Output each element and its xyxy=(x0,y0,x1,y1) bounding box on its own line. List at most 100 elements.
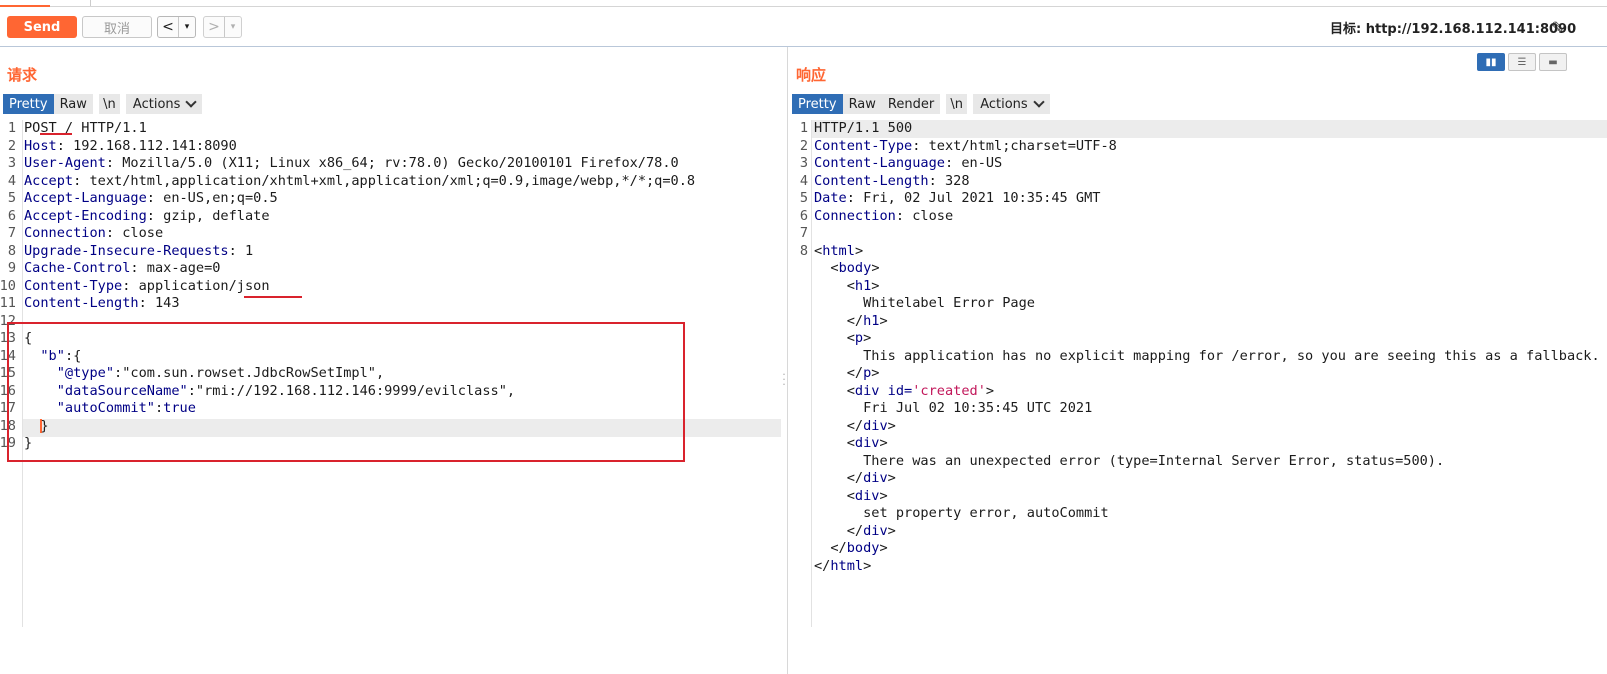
line-text: </div> xyxy=(814,470,896,488)
actions-dropdown[interactable]: Actions xyxy=(973,94,1050,114)
tab-raw[interactable]: Raw xyxy=(842,94,882,114)
line-number: 2 xyxy=(799,137,808,154)
split-view-icon[interactable]: ▮▮ xyxy=(1477,53,1505,71)
code-line: </body> xyxy=(789,540,1607,558)
tab-newline[interactable]: \n xyxy=(98,94,120,114)
line-content: This application has no explicit mapping… xyxy=(814,347,1600,364)
line-number: 11 xyxy=(0,295,16,311)
tab-render[interactable]: Render xyxy=(881,94,941,114)
actions-label: Actions xyxy=(132,96,181,112)
line-text: Content-Length: 143 xyxy=(24,295,180,313)
header-key: Connection xyxy=(24,225,106,241)
response-title: 响应 xyxy=(796,66,827,84)
send-button[interactable]: Send xyxy=(7,16,77,38)
code-line: 11 Content-Length: 143 xyxy=(0,295,781,313)
line-text: Host: 192.168.112.141:8090 xyxy=(24,138,237,156)
code-line: 2 Host: 192.168.112.141:8090 xyxy=(0,138,781,156)
header-key: Connection xyxy=(814,207,896,224)
tag-name: html xyxy=(822,242,855,259)
tag-bracket: > xyxy=(871,277,880,294)
tag-bracket: </ xyxy=(814,470,864,486)
code-line: <div id='created'> xyxy=(789,383,1607,401)
tag-bracket: </ xyxy=(814,522,864,539)
forward-nav[interactable]: > ▾ xyxy=(203,16,242,38)
tag-bracket: > xyxy=(863,330,872,346)
forward-dropdown-icon[interactable]: ▾ xyxy=(224,17,241,37)
line-text: </div> xyxy=(814,418,896,436)
tag-name: p xyxy=(854,330,864,346)
line-text: This application has no explicit mapping… xyxy=(814,348,1600,366)
tag-bracket: < xyxy=(814,330,855,346)
code-line: Fri Jul 02 10:35:45 UTC 2021 xyxy=(789,400,1607,418)
tag-bracket: > xyxy=(887,417,896,434)
code-line: 2 Content-Type: text/html;charset=UTF-8 xyxy=(789,138,1607,156)
active-tab-indicator[interactable] xyxy=(0,0,50,7)
code-line: <div> xyxy=(789,435,1607,453)
tab-newline[interactable]: \n xyxy=(946,94,968,114)
code-line: 10 Content-Type: application/json xyxy=(0,278,781,296)
code-line: 4 Accept: text/html,application/xhtml+xml… xyxy=(0,173,781,191)
code-line: 3 Content-Language: en-US xyxy=(789,155,1607,173)
pane-divider[interactable] xyxy=(787,47,788,674)
code-line: 7 xyxy=(789,225,1607,243)
tag-name: div xyxy=(854,382,880,399)
line-text: Cache-Control: max-age=0 xyxy=(24,260,220,278)
code-line: 8 <html> xyxy=(789,243,1607,261)
line-number: 8 xyxy=(799,242,808,259)
header-key: Content-Length xyxy=(814,172,929,189)
back-arrow-icon[interactable]: < xyxy=(158,17,178,37)
tag-bracket: > xyxy=(871,365,880,381)
code-line: </div> xyxy=(789,523,1607,541)
code-line: 3 User-Agent: Mozilla/5.0 (X11; Linux x86… xyxy=(0,155,781,173)
header-key: Content-Type xyxy=(814,137,913,154)
code-line: 1 HTTP/1.1 500 xyxy=(789,120,1607,138)
line-number: 3 xyxy=(799,155,808,171)
code-line: 4 Content-Length: 328 xyxy=(789,173,1607,191)
line-number: 7 xyxy=(799,225,808,241)
attr-value: 'created' xyxy=(912,382,986,399)
code-line: </h1> xyxy=(789,313,1607,331)
request-title: 请求 xyxy=(7,66,38,84)
line-number: 3 xyxy=(7,155,16,171)
header-value: : 192.168.112.141:8090 xyxy=(56,137,237,154)
horizontal-view-icon[interactable]: ☰ xyxy=(1508,53,1536,71)
header-value: : 143 xyxy=(138,295,180,311)
code-line: 6 Connection: close xyxy=(789,208,1607,226)
tag-bracket: < xyxy=(814,277,855,294)
tab-pretty[interactable]: Pretty xyxy=(3,94,54,114)
tab-pretty[interactable]: Pretty xyxy=(792,94,843,114)
tag-name: h1 xyxy=(854,277,872,294)
cancel-button[interactable]: 取消 xyxy=(82,16,152,38)
line-number: 1 xyxy=(7,120,16,136)
attr-name: id= xyxy=(879,382,913,399)
line-number: 4 xyxy=(7,172,16,189)
tag-bracket: > xyxy=(985,382,995,399)
line-text: Content-Type: text/html;charset=UTF-8 xyxy=(814,138,1117,156)
header-key: Accept-Language xyxy=(24,190,147,206)
back-nav[interactable]: < ▾ xyxy=(157,16,196,38)
actions-dropdown[interactable]: Actions xyxy=(125,94,203,114)
line-text: <div> xyxy=(814,488,888,506)
tag-bracket: < xyxy=(814,487,855,504)
tag-bracket: > xyxy=(887,470,896,486)
single-view-icon[interactable]: ▬ xyxy=(1539,53,1567,71)
line-number: 5 xyxy=(7,190,16,206)
response-editor[interactable]: 1 HTTP/1.1 500 2 Content-Type: text/html;ch… xyxy=(789,120,1607,575)
line-text: </div> xyxy=(814,523,896,541)
code-line: <body> xyxy=(789,260,1607,278)
tag-bracket: </ xyxy=(814,557,831,574)
tag-bracket: </ xyxy=(814,540,847,556)
code-line: </html> xyxy=(789,558,1607,576)
drag-handle-icon[interactable]: · · · xyxy=(781,369,787,390)
tag-bracket: > xyxy=(879,312,888,329)
code-line: </p> xyxy=(789,365,1607,383)
header-key: Content-Type xyxy=(24,277,123,294)
tag-bracket: > xyxy=(887,522,896,539)
forward-arrow-icon[interactable]: > xyxy=(204,17,224,37)
line-text: Content-Length: 328 xyxy=(814,173,970,191)
tab-raw[interactable]: Raw xyxy=(53,94,93,114)
back-dropdown-icon[interactable]: ▾ xyxy=(178,17,195,37)
tag-bracket: > xyxy=(879,435,888,451)
toolbar: Send 取消 < ▾ > ▾ 目标: http://192.168.112.1… xyxy=(0,10,1607,44)
pencil-icon[interactable]: ✎ xyxy=(1551,18,1564,37)
